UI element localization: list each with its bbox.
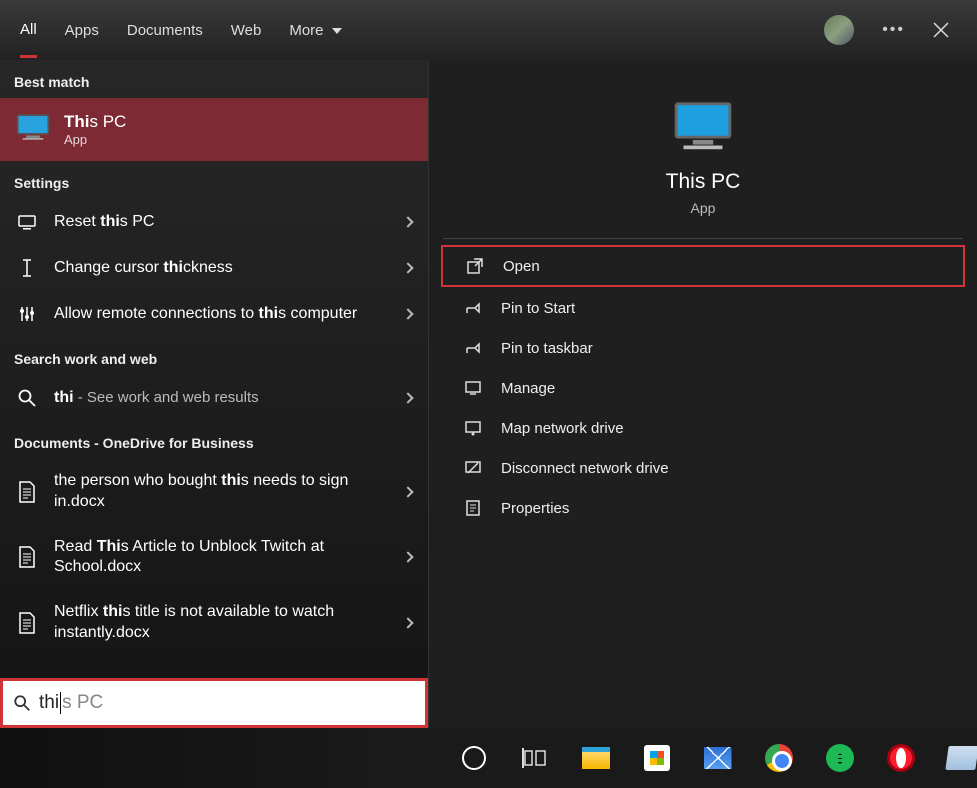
user-avatar[interactable] (824, 15, 854, 45)
search-autocomplete: s PC (62, 692, 103, 713)
close-icon (933, 22, 949, 38)
chevron-right-icon (404, 213, 412, 231)
text-caret (60, 692, 61, 714)
section-search-web: Search work and web (0, 337, 428, 375)
manage-icon (463, 379, 483, 397)
doc-result-2[interactable]: Netflix this title is not available to w… (0, 590, 428, 656)
chevron-right-icon (404, 389, 412, 407)
action-properties[interactable]: Properties (441, 489, 965, 527)
preview-sub: App (691, 200, 716, 216)
results-left-panel: Best match This PC App Settings Reset th… (0, 60, 428, 728)
this-pc-large-icon (670, 100, 736, 152)
taskview-icon (522, 745, 548, 771)
pin-icon (463, 299, 483, 317)
best-match-result[interactable]: This PC App (0, 98, 428, 161)
taskbar-cortana[interactable] (458, 741, 489, 775)
notepad-icon (945, 746, 977, 770)
tab-documents[interactable]: Documents (127, 4, 203, 56)
best-match-title-rest: s PC (90, 112, 127, 131)
preview-panel: This PC App Open Pin to Start Pin to tas… (428, 60, 977, 728)
tab-more-label: More (289, 22, 323, 39)
taskbar-taskview[interactable] (519, 741, 550, 775)
taskbar (0, 728, 977, 788)
tabbar-right: ••• (824, 15, 967, 45)
preview-title: This PC (666, 170, 741, 194)
map-drive-icon (463, 419, 483, 437)
this-pc-icon (16, 113, 50, 146)
mail-icon (704, 747, 732, 769)
search-text: this PC (39, 692, 103, 714)
file-explorer-icon (582, 747, 610, 769)
reset-icon (16, 212, 38, 232)
chevron-right-icon (404, 483, 412, 501)
cursor-icon (16, 258, 38, 278)
spotify-icon (826, 744, 854, 772)
document-icon (16, 612, 38, 634)
search-icon (13, 694, 31, 712)
settings-item-reset-pc[interactable]: Reset this PC (0, 199, 428, 245)
search-input[interactable]: this PC (0, 678, 428, 728)
doc-result-1[interactable]: Read This Article to Unblock Twitch at S… (0, 525, 428, 591)
settings-item-cursor-thickness[interactable]: Change cursor thickness (0, 245, 428, 291)
best-match-sub: App (64, 132, 126, 147)
ms-store-icon (644, 745, 670, 771)
web-search-result[interactable]: thi - See work and web results (0, 375, 428, 421)
opera-icon (887, 744, 915, 772)
search-results-main: Best match This PC App Settings Reset th… (0, 60, 977, 728)
taskbar-spotify[interactable] (824, 741, 855, 775)
search-filter-tabbar: All Apps Documents Web More ••• (0, 0, 977, 60)
taskbar-notepad[interactable] (946, 741, 977, 775)
pin-icon (463, 339, 483, 357)
document-icon (16, 546, 38, 568)
chevron-right-icon (404, 548, 412, 566)
open-icon (465, 257, 485, 275)
disconnect-drive-icon (463, 459, 483, 477)
taskbar-chrome[interactable] (763, 741, 794, 775)
section-documents: Documents - OneDrive for Business (0, 421, 428, 459)
chevron-right-icon (404, 305, 412, 323)
action-pin-taskbar[interactable]: Pin to taskbar (441, 329, 965, 367)
chrome-icon (765, 744, 793, 772)
action-pin-start[interactable]: Pin to Start (441, 289, 965, 327)
action-disconnect-label: Disconnect network drive (501, 460, 669, 477)
close-button[interactable] (933, 22, 949, 38)
tab-more[interactable]: More (289, 4, 341, 56)
taskbar-explorer[interactable] (580, 741, 611, 775)
divider (443, 238, 963, 239)
settings-item-remote-connections[interactable]: Allow remote connections to this compute… (0, 291, 428, 337)
action-pin-start-label: Pin to Start (501, 300, 575, 317)
action-map-drive[interactable]: Map network drive (441, 409, 965, 447)
section-best-match: Best match (0, 60, 428, 98)
action-pin-taskbar-label: Pin to taskbar (501, 340, 593, 357)
taskbar-store[interactable] (641, 741, 672, 775)
sliders-icon (16, 304, 38, 324)
taskbar-mail[interactable] (702, 741, 733, 775)
action-open-label: Open (503, 258, 540, 275)
best-match-text: This PC App (64, 112, 126, 147)
section-settings: Settings (0, 161, 428, 199)
action-manage[interactable]: Manage (441, 369, 965, 407)
search-icon (16, 388, 38, 408)
tab-all[interactable]: All (20, 3, 37, 58)
chevron-down-icon (332, 28, 342, 34)
chevron-right-icon (404, 259, 412, 277)
action-manage-label: Manage (501, 380, 555, 397)
doc-result-0[interactable]: the person who bought this needs to sign… (0, 459, 428, 525)
cortana-icon (462, 746, 486, 770)
action-properties-label: Properties (501, 500, 569, 517)
properties-icon (463, 499, 483, 517)
action-disconnect-drive[interactable]: Disconnect network drive (441, 449, 965, 487)
tab-web[interactable]: Web (231, 4, 262, 56)
taskbar-opera[interactable] (885, 741, 916, 775)
document-icon (16, 481, 38, 503)
action-map-label: Map network drive (501, 420, 624, 437)
tabs-container: All Apps Documents Web More (20, 0, 342, 60)
preview-header: This PC App (429, 60, 977, 238)
best-match-title-bold: Thi (64, 112, 90, 131)
chevron-right-icon (404, 614, 412, 632)
action-open[interactable]: Open (441, 245, 965, 287)
search-typed: thi (39, 692, 59, 713)
options-ellipsis[interactable]: ••• (882, 21, 905, 39)
tab-apps[interactable]: Apps (65, 4, 99, 56)
